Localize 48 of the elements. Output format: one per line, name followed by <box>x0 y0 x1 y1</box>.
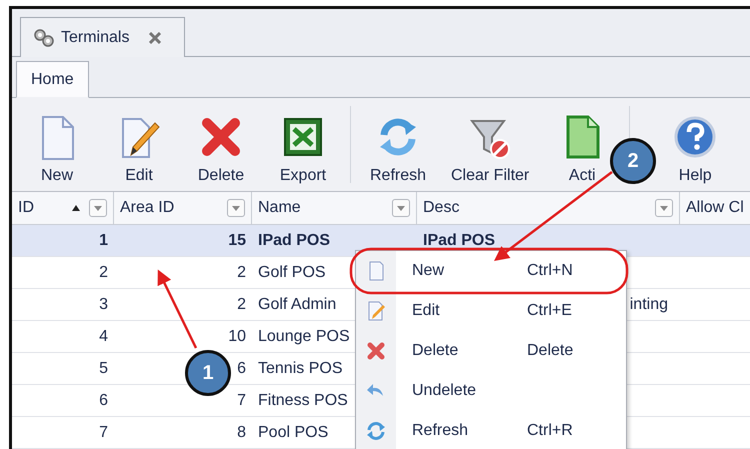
clear-filter-button[interactable]: Clear Filter <box>439 98 542 191</box>
filter-dropdown-button[interactable] <box>655 199 673 217</box>
cross-icon <box>365 340 387 362</box>
close-icon[interactable] <box>149 32 162 44</box>
new-button[interactable]: New <box>16 98 98 191</box>
refresh-icon <box>365 420 387 442</box>
filter-dropdown-button[interactable] <box>392 199 410 217</box>
table-cell: 2 <box>237 264 246 282</box>
filter-dropdown-button[interactable] <box>89 199 107 217</box>
document-tab[interactable]: Terminals <box>20 17 185 58</box>
refresh-button[interactable]: Refresh <box>357 98 439 191</box>
table-cell: 3 <box>99 296 108 314</box>
delete-button[interactable]: Delete <box>180 98 262 191</box>
menu-item[interactable]: Undelete <box>356 371 626 411</box>
menu-item[interactable]: Delete Delete <box>356 331 626 371</box>
help-button[interactable]: Help <box>654 98 736 191</box>
table-cell: Pool POS <box>258 424 328 442</box>
table-cell: 7 <box>237 392 246 410</box>
tab-label: Terminals <box>61 28 130 47</box>
table-cell: 6 <box>99 392 108 410</box>
table-cell: Golf POS <box>258 264 326 282</box>
column-header[interactable]: Desc <box>417 192 680 224</box>
table-cell: 4 <box>99 328 108 346</box>
table-cell: 2 <box>237 296 246 314</box>
filter-dropdown-button[interactable] <box>227 199 245 217</box>
table-cell: IPad POS <box>423 232 496 250</box>
table-cell: 6 <box>237 360 246 378</box>
table-cell: 7 <box>99 424 108 442</box>
table-cell: Tennis POS <box>258 360 342 378</box>
table-cell: Fitness POS <box>258 392 348 410</box>
column-header[interactable]: Area ID <box>114 192 252 224</box>
table-cell: 1 <box>99 232 108 250</box>
column-header[interactable]: Name <box>252 192 417 224</box>
export-button[interactable]: Export <box>262 98 344 191</box>
column-header[interactable]: Allow Cl <box>680 192 750 224</box>
edit-button[interactable]: Edit <box>98 98 180 191</box>
table-cell: 15 <box>228 232 246 250</box>
column-header[interactable]: ID <box>12 192 114 224</box>
gears-icon <box>33 28 55 48</box>
table-cell: Lounge POS <box>258 328 350 346</box>
table-cell: IPad POS <box>258 232 330 250</box>
table-cell: 5 <box>99 360 108 378</box>
table-cell: Golf Admin <box>258 296 336 314</box>
table-cell: inting <box>630 296 668 314</box>
table-cell: 10 <box>228 328 246 346</box>
ribbon-tab[interactable]: Home <box>16 60 89 98</box>
table-cell: 8 <box>237 424 246 442</box>
table-cell: 2 <box>99 264 108 282</box>
